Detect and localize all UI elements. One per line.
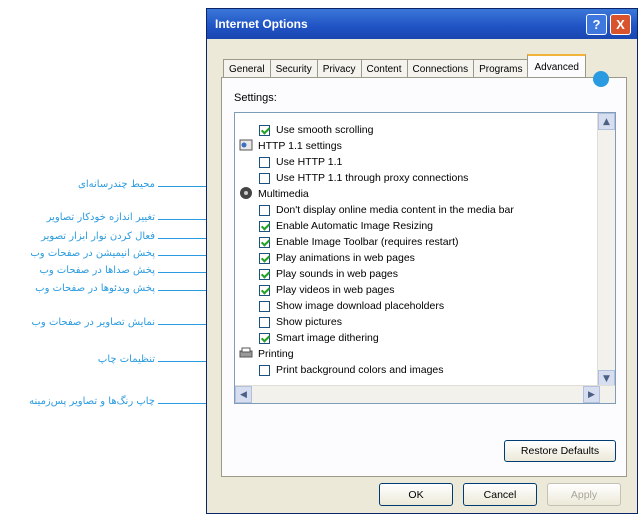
settings-option-label: Smart image dithering [276, 332, 379, 344]
scroll-right-icon[interactable]: ▶ [583, 386, 600, 403]
scroll-up-icon[interactable]: ▲ [598, 113, 615, 130]
settings-option-label: Printing [258, 348, 294, 360]
checkbox[interactable] [259, 172, 270, 184]
checkbox[interactable] [259, 364, 270, 376]
annotation-label: تنظیمات چاپ [97, 354, 155, 365]
annotation-label: فعال کردن نوار ابزار تصویر [41, 231, 155, 242]
tab-connections[interactable]: Connections [406, 59, 475, 79]
scroll-left-icon[interactable]: ◀ [235, 386, 252, 403]
settings-option-label: Show image download placeholders [276, 300, 445, 312]
tab-content[interactable]: Content [360, 59, 408, 79]
highlight-marker [593, 71, 609, 87]
settings-option-label: Don't display online media content in th… [276, 204, 514, 216]
settings-option-label: Multimedia [258, 188, 309, 200]
restore-defaults-button[interactable]: Restore Defaults [504, 440, 616, 462]
settings-option-label: Enable Automatic Image Resizing [276, 220, 434, 232]
annotation-label: تغییر اندازه خودکار تصاویر [46, 212, 155, 223]
vertical-scrollbar[interactable]: ▲ ▼ [597, 113, 615, 387]
checkbox[interactable] [259, 204, 270, 216]
checkbox[interactable] [259, 156, 270, 168]
title-bar[interactable]: Internet Options ? X [207, 9, 637, 39]
annotation-label: نمایش تصاویر در صفحات وب [31, 317, 155, 328]
multimedia-icon [239, 186, 258, 203]
advanced-panel: Settings: Use smooth scrolling HTTP 1.1 s… [221, 77, 627, 477]
printer-icon [239, 346, 258, 363]
checkbox[interactable] [259, 124, 270, 136]
annotation-label: چاپ رنگ‌ها و تصاویر پس‌زمینه [29, 396, 155, 407]
settings-option-label: Use HTTP 1.1 [276, 156, 343, 168]
tab-strip: General Security Privacy Content Connect… [223, 53, 586, 80]
settings-option[interactable]: Print background colors and images [259, 361, 444, 379]
settings-option-label: Play animations in web pages [276, 252, 415, 264]
settings-option-label: Use smooth scrolling [276, 124, 374, 136]
window-title: Internet Options [215, 17, 308, 31]
checkbox[interactable] [259, 332, 270, 344]
close-button[interactable]: X [610, 13, 631, 35]
tab-security[interactable]: Security [269, 59, 318, 79]
internet-options-dialog: Internet Options ? X General Security Pr… [206, 8, 638, 514]
annotation-label: پخش ویدئوها در صفحات وب [35, 283, 155, 294]
tab-privacy[interactable]: Privacy [316, 59, 362, 79]
settings-list[interactable]: Use smooth scrolling HTTP 1.1 settings Use… [234, 112, 616, 404]
settings-option-label: HTTP 1.1 settings [258, 140, 342, 152]
settings-option-label: Use HTTP 1.1 through proxy connections [276, 172, 469, 184]
annotation-label: پخش انیمیشن در صفحات وب [30, 248, 155, 259]
settings-option-label: Enable Image Toolbar (requires restart) [276, 236, 459, 248]
checkbox[interactable] [259, 220, 270, 232]
settings-option-label: Print background colors and images [276, 364, 444, 376]
checkbox[interactable] [259, 284, 270, 296]
horizontal-scrollbar[interactable]: ◀ ▶ [235, 385, 615, 403]
tab-programs[interactable]: Programs [473, 59, 529, 79]
checkbox[interactable] [259, 236, 270, 248]
http-settings-icon [239, 138, 258, 155]
checkbox[interactable] [259, 300, 270, 312]
settings-label: Settings: [234, 92, 277, 104]
checkbox[interactable] [259, 252, 270, 264]
help-button[interactable]: ? [586, 13, 607, 35]
tab-general[interactable]: General [223, 59, 271, 79]
apply-button[interactable]: Apply [547, 483, 621, 506]
checkbox[interactable] [259, 316, 270, 328]
settings-option-label: Play videos in web pages [276, 284, 395, 296]
ok-button[interactable]: OK [379, 483, 453, 506]
settings-option-label: Show pictures [276, 316, 342, 328]
settings-option-label: Play sounds in web pages [276, 268, 398, 280]
annotation-label: پخش صداها در صفحات وب [39, 265, 155, 276]
cancel-button[interactable]: Cancel [463, 483, 537, 506]
annotation-label: محیط چندرسانه‌ای [78, 179, 155, 190]
checkbox[interactable] [259, 268, 270, 280]
